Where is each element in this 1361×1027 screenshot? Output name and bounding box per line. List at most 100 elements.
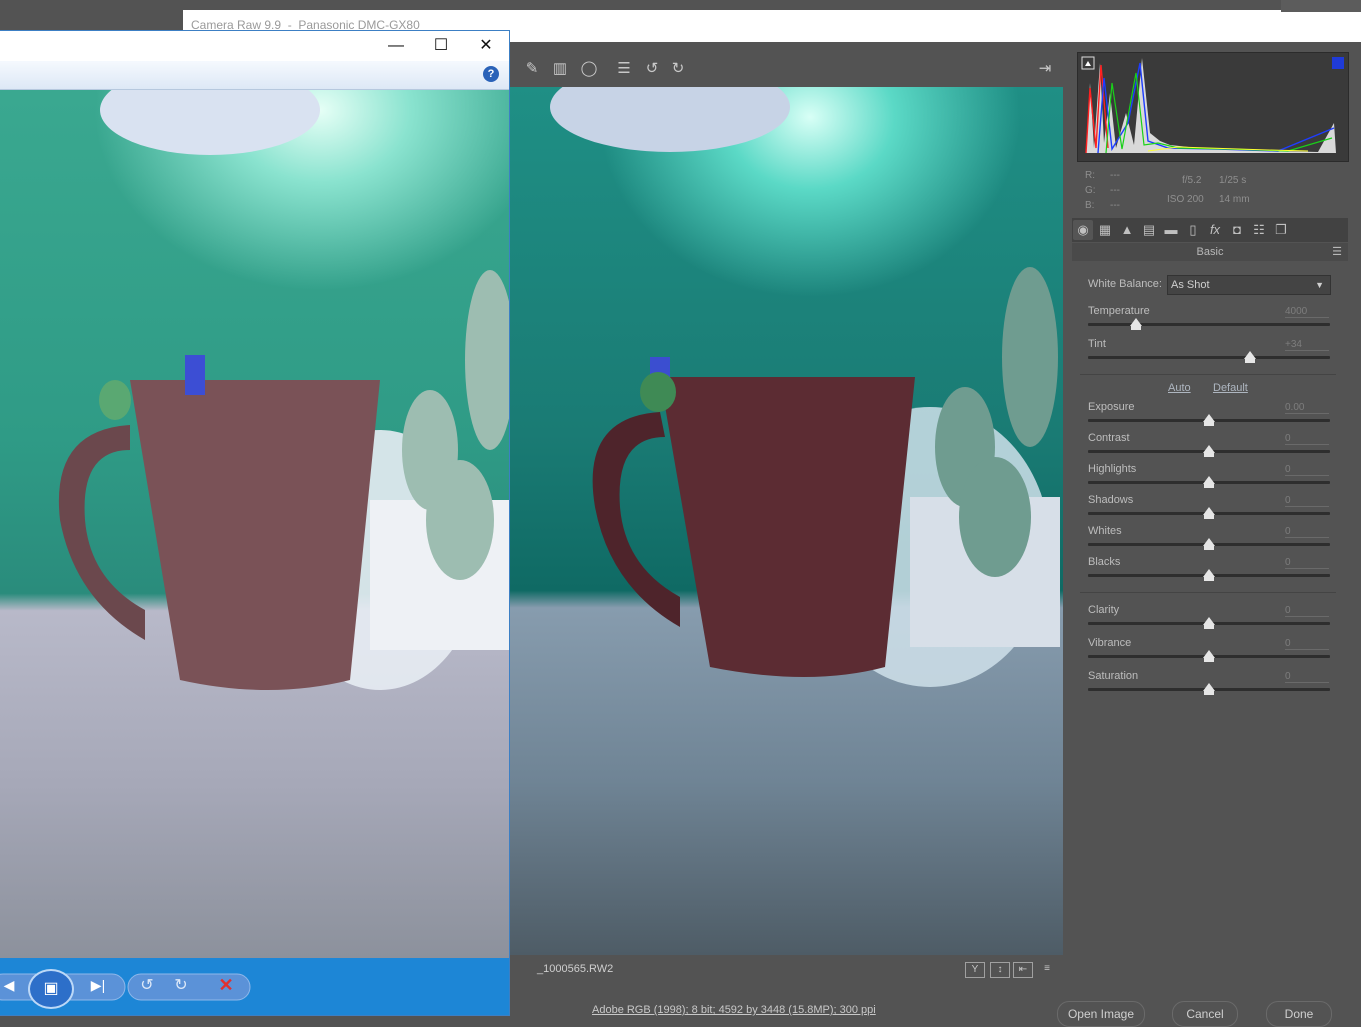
hsl-tab-icon[interactable]: ▤ bbox=[1139, 220, 1159, 240]
help-icon[interactable]: ? bbox=[483, 66, 499, 82]
camera-calibration-tab-icon[interactable]: ◘ bbox=[1227, 220, 1247, 240]
temperature-value-field[interactable]: 4000 bbox=[1285, 306, 1329, 318]
vibrance-slider-thumb[interactable] bbox=[1203, 650, 1215, 662]
shadows-label: Shadows bbox=[1088, 494, 1134, 506]
delete-icon[interactable]: ✕ bbox=[214, 975, 238, 996]
clarity-value-field[interactable]: 0 bbox=[1285, 605, 1329, 617]
rotate-right-icon[interactable]: ↻ bbox=[668, 59, 688, 79]
divider bbox=[1080, 592, 1336, 593]
panel-tabs: ◉ ▦ ▲ ▤ ▬ ▯ fx ◘ ☷ ❐ bbox=[1072, 218, 1348, 242]
graduated-filter-icon[interactable]: ▥ bbox=[550, 59, 570, 79]
contrast-value-field[interactable]: 0 bbox=[1285, 433, 1329, 445]
default-link[interactable]: Default bbox=[1213, 382, 1248, 394]
shadows-slider-track[interactable] bbox=[1088, 507, 1330, 519]
minimize-button[interactable]: — bbox=[373, 31, 419, 61]
rgb-readout: R: --- G: --- B: --- f/5.2 1/25 s ISO 20… bbox=[1077, 166, 1347, 214]
exposure-slider-track[interactable] bbox=[1088, 414, 1330, 426]
tone-curve-tab-icon[interactable]: ▦ bbox=[1095, 220, 1115, 240]
b-value: --- bbox=[1110, 200, 1120, 211]
panel-title: Basic ☰ bbox=[1072, 243, 1348, 261]
panel-menu-icon[interactable]: ☰ bbox=[1332, 243, 1342, 261]
lens-corrections-tab-icon[interactable]: ▯ bbox=[1183, 220, 1203, 240]
blacks-slider-thumb[interactable] bbox=[1203, 569, 1215, 581]
open-image-button[interactable]: Open Image bbox=[1057, 1001, 1145, 1027]
shadows-value-field[interactable]: 0 bbox=[1285, 495, 1329, 507]
tint-slider-track[interactable] bbox=[1088, 351, 1330, 363]
r-value: --- bbox=[1110, 170, 1120, 181]
highlights-slider-track[interactable] bbox=[1088, 476, 1330, 488]
controls-strip bbox=[0, 973, 251, 1001]
presets-tab-icon[interactable]: ☷ bbox=[1249, 220, 1269, 240]
temperature-slider-thumb[interactable] bbox=[1130, 318, 1143, 330]
slideshow-button[interactable]: ▣ bbox=[28, 969, 74, 1009]
whites-value-field[interactable]: 0 bbox=[1285, 526, 1329, 538]
tint-slider-thumb[interactable] bbox=[1244, 351, 1257, 363]
detail-tab-icon[interactable]: ▲ bbox=[1117, 220, 1137, 240]
done-button[interactable]: Done bbox=[1266, 1001, 1332, 1027]
contrast-slider-track[interactable] bbox=[1088, 445, 1330, 457]
shadow-clipping-icon bbox=[1085, 61, 1091, 66]
exif-focal: 14 mm bbox=[1219, 194, 1250, 205]
whites-slider-track[interactable] bbox=[1088, 538, 1330, 550]
copy-settings-icon[interactable]: ⇤ bbox=[1013, 962, 1033, 978]
temperature-label: Temperature bbox=[1088, 305, 1150, 317]
g-label: G: bbox=[1085, 185, 1096, 196]
photo-viewer-titlebar: — ☐ ✕ bbox=[0, 31, 509, 61]
swap-settings-icon[interactable]: ↕ bbox=[990, 962, 1010, 978]
saturation-slider-track[interactable] bbox=[1088, 683, 1330, 695]
highlights-slider-thumb[interactable] bbox=[1203, 476, 1215, 488]
histogram bbox=[1077, 52, 1349, 162]
viewer-photo bbox=[58, 90, 509, 690]
photo-viewer-image[interactable] bbox=[0, 90, 509, 958]
filename-label: _1000565.RW2 bbox=[537, 963, 614, 975]
radial-filter-icon[interactable]: ◯ bbox=[579, 59, 599, 79]
exposure-slider-thumb[interactable] bbox=[1203, 414, 1215, 426]
basic-tab-icon[interactable]: ◉ bbox=[1073, 220, 1093, 240]
exif-aperture: f/5.2 bbox=[1182, 175, 1202, 186]
saturation-slider-thumb[interactable] bbox=[1203, 683, 1215, 695]
histogram-graph bbox=[1081, 56, 1344, 154]
clarity-slider-track[interactable] bbox=[1088, 617, 1330, 629]
rotate-counterclockwise-icon[interactable]: ↺ bbox=[136, 975, 158, 995]
vibrance-value-field[interactable]: 0 bbox=[1285, 638, 1329, 650]
panel-title-text: Basic bbox=[1196, 246, 1224, 258]
snapshots-tab-icon[interactable]: ❐ bbox=[1271, 220, 1291, 240]
close-button[interactable]: ✕ bbox=[463, 31, 509, 61]
vibrance-label: Vibrance bbox=[1088, 637, 1132, 649]
temperature-slider-track[interactable] bbox=[1088, 318, 1330, 330]
exposure-label: Exposure bbox=[1088, 401, 1135, 413]
blacks-value-field[interactable]: 0 bbox=[1285, 557, 1329, 569]
preferences-icon[interactable]: ☰ bbox=[614, 59, 634, 79]
photo-viewer-menubar: ? bbox=[0, 61, 509, 90]
rotate-clockwise-icon[interactable]: ↻ bbox=[170, 975, 192, 995]
contrast-slider-thumb[interactable] bbox=[1203, 445, 1215, 457]
cancel-button[interactable]: Cancel bbox=[1172, 1001, 1238, 1027]
image-preview[interactable] bbox=[510, 87, 1063, 955]
adjustment-brush-icon[interactable]: ✎ bbox=[522, 59, 542, 79]
window-controls[interactable] bbox=[1281, 0, 1361, 12]
highlights-value-field[interactable]: 0 bbox=[1285, 464, 1329, 476]
maximize-button[interactable]: ☐ bbox=[418, 31, 464, 61]
before-after-y-icon[interactable]: Y bbox=[965, 962, 985, 978]
chevron-down-icon: ▼ bbox=[1315, 280, 1324, 290]
whites-slider-thumb[interactable] bbox=[1203, 538, 1215, 550]
auto-link[interactable]: Auto bbox=[1168, 382, 1191, 394]
blacks-slider-track[interactable] bbox=[1088, 569, 1330, 581]
tint-value-field[interactable]: +34 bbox=[1285, 339, 1329, 351]
fullscreen-toggle-icon[interactable]: ⇥ bbox=[1035, 59, 1055, 79]
g-value: --- bbox=[1110, 185, 1120, 196]
saturation-value-field[interactable]: 0 bbox=[1285, 671, 1329, 683]
split-toning-tab-icon[interactable]: ▬ bbox=[1161, 220, 1181, 240]
previous-icon[interactable]: ◀ bbox=[0, 977, 18, 994]
vibrance-slider-track[interactable] bbox=[1088, 650, 1330, 662]
exposure-value-field[interactable]: 0.00 bbox=[1285, 402, 1329, 414]
clarity-slider-thumb[interactable] bbox=[1203, 617, 1215, 629]
rotate-left-icon[interactable]: ↺ bbox=[642, 59, 662, 79]
shadows-slider-thumb[interactable] bbox=[1203, 507, 1215, 519]
effects-tab-icon[interactable]: fx bbox=[1205, 220, 1225, 240]
exif-shutter: 1/25 s bbox=[1219, 175, 1247, 186]
view-settings-icon[interactable]: ≡ bbox=[1038, 962, 1056, 976]
white-balance-select[interactable]: As Shot ▼ bbox=[1167, 275, 1331, 295]
workflow-options-link[interactable]: Adobe RGB (1998); 8 bit; 4592 by 3448 (1… bbox=[592, 1004, 876, 1016]
next-icon[interactable]: ▶| bbox=[86, 977, 110, 994]
